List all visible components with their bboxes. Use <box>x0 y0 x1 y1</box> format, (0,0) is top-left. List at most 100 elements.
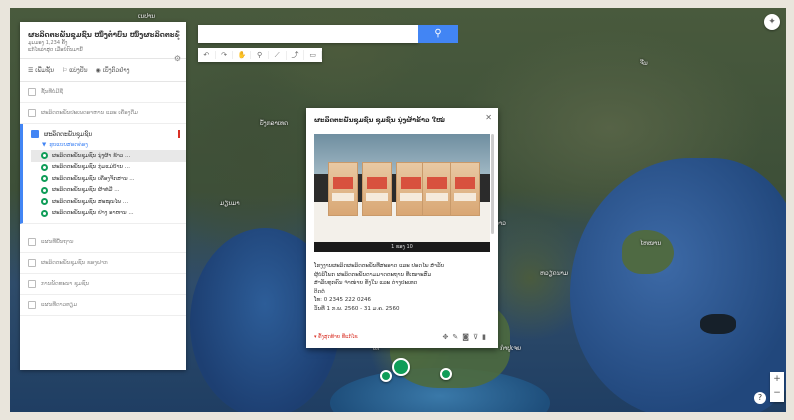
hand-icon[interactable]: ✋ <box>233 51 252 59</box>
footer-link[interactable]: ▾ ຄັ້ງສຸດທ້າຍ ທີ່ແກ້ໄຂ <box>314 334 358 340</box>
map-marker[interactable] <box>380 370 392 382</box>
layer-label: ຊັ້ນທີ່ບໍ່ມີຊື່ <box>41 89 64 95</box>
layer-label: ແຜນທີ່ດາວທຽມ <box>41 302 78 308</box>
layer-style-label: ຮູບແບບສອດຄ່ອງ <box>49 142 88 148</box>
layer-row[interactable]: ຜະລິດຕະພັນຊຸມຊົນ ຂອງຝາກ <box>20 253 186 274</box>
place-marker-icon <box>41 163 48 171</box>
layer-row[interactable]: ແຜນທີ່ພື້ນຖານ <box>20 232 186 253</box>
layer-checkbox[interactable] <box>28 109 36 117</box>
map-label-myanmar: ມຽນມາ <box>220 200 240 207</box>
undo-icon[interactable]: ↶ <box>198 51 216 59</box>
search-icon: ⚲ <box>434 28 442 39</box>
description-line: ຜູ້ບໍລິໂພກ ຜະລິດຕະພັນຕາມມາດຕະຖານ ທີ່ເໝາະ… <box>314 271 432 278</box>
description-line: ໂຮງງານຜະລິດຜະລິດຕະພັນທີ່ສະອາດ ແລະ ປອດໄພ … <box>314 263 445 269</box>
layer-checkbox[interactable] <box>28 280 36 288</box>
active-layer-name[interactable]: ຜະລິດຕະພັນຊຸມຊົນ <box>44 131 92 138</box>
layer-label: ຜະລິດຕະພັນຊຸມຊົນ ຂອງຝາກ <box>41 260 108 266</box>
list-item-label: ຜະລິດຕະພັນຊຸມຊົນ ເຄື່ອງຈັກສານ ... <box>52 175 135 182</box>
layer-row[interactable]: ແຜນທີ່ດາວທຽມ <box>20 295 186 316</box>
list-item[interactable]: ຜະລິດຕະພັນຊຸມຊົນ ນຸ່ງຜ້າ ຂ້າວ ... <box>31 150 186 162</box>
place-marker-icon <box>41 209 48 217</box>
add-layer-button[interactable]: ☰ ເພີ່ມຊັ້ນ <box>28 67 54 74</box>
layer-checkbox[interactable] <box>28 238 36 246</box>
preview-button[interactable]: ◉ ເບິ່ງຕົວຢ່າງ <box>96 67 130 74</box>
delete-icon[interactable]: ▮ <box>482 333 490 341</box>
map-label-vietnam: ຫວຽດນາມ <box>540 270 569 277</box>
help-button[interactable]: ? <box>754 392 766 404</box>
panel-toolbar: ☰ ເພີ່ມຊັ້ນ ⚐ ແບ່ງປັນ ◉ ເບິ່ງຕົວຢ່າງ <box>20 58 186 82</box>
place-marker-icon <box>41 186 48 194</box>
list-item-label: ຜະລິດຕະພັນຊຸມຊົນ ກຸ່ມແມ່ບ້ານ ... <box>52 164 131 171</box>
map-label-cambodia: ກຳປູເຈຍ <box>500 345 522 352</box>
info-window-description: ໂຮງງານຜະລິດຜະລິດຕະພັນທີ່ສະອາດ ແລະ ປອດໄພ … <box>314 262 490 313</box>
list-item-label: ຜະລິດຕະພັນຊຸມຊົນ ຢ່າງ ອາຫານ ... <box>52 210 134 217</box>
info-window-footer: ▾ ຄັ້ງສຸດທ້າຍ ທີ່ແກ້ໄຂ ✥✎◙⊽▮ <box>314 333 490 341</box>
zoom-control: + − <box>770 372 784 402</box>
layer-options-icon[interactable] <box>178 130 180 138</box>
zoom-in-button[interactable]: + <box>770 372 784 386</box>
description-line: ສຳລັບທຸກຄົນ ຈຳໜ່າຍ ທັງໃນ ແລະ ຕ່າງປະເທດ <box>314 280 418 286</box>
search-button[interactable]: ⚲ <box>418 25 458 43</box>
list-item[interactable]: ຜະລິດຕະພັນຊຸມຊົນ ຜ້າທໍມື ... <box>31 185 186 197</box>
map-tools: ↶ ↷ ✋ ⚲ ⟋ ⤴ ▭ <box>198 48 323 62</box>
marker-icon[interactable]: ⚲ <box>251 51 269 59</box>
footer-link-label: ຄັ້ງສຸດທ້າຍ ທີ່ແກ້ໄຂ <box>318 334 358 340</box>
map-views: ມຸມມອງ 1,234 ຄັ້ງ <box>28 40 68 46</box>
layer-label: ການພັດທະນາ ຊຸມຊົນ <box>41 281 90 287</box>
search-input[interactable] <box>198 25 418 43</box>
map-marker[interactable] <box>440 368 452 380</box>
share-button[interactable]: ⚐ ແບ່ງປັນ <box>62 67 88 74</box>
place-marker-icon <box>41 198 48 206</box>
info-window-actions: ✥✎◙⊽▮ <box>442 333 490 341</box>
map-legend-panel: ຜະລິດຕະພັນຊຸມຊົນ ໜຶ່ງຕຳບົນ ໜຶ່ງຜະລິດຕະພັ… <box>20 22 186 370</box>
layer-row[interactable]: ການພັດທະນາ ຊຸມຊົນ <box>20 274 186 295</box>
close-icon[interactable]: ✕ <box>485 113 492 122</box>
list-item[interactable]: ຜະລິດຕະພັນຊຸມຊົນ ກຸ່ມແມ່ບ້ານ ... <box>31 162 186 174</box>
camera-icon[interactable]: ◙ <box>462 333 473 341</box>
directions-icon[interactable]: ⤴ <box>287 50 305 60</box>
layer-label: ຜະລິດຕະພັນປະເພດອາຫານ ແລະ ເຄື່ອງດື່ມ <box>41 110 138 116</box>
ruler-icon[interactable]: ▭ <box>304 51 323 59</box>
compass-icon[interactable]: ✦ <box>764 14 780 30</box>
info-window-title: ຜະລິດຕະພັນຊຸມຊົນ ຊຸມຊົນ ນຸ່ງຜ້າຂ້າວ ໃໝ່ <box>314 116 445 124</box>
place-marker-icon <box>41 152 48 160</box>
preview-label: ເບິ່ງຕົວຢ່າງ <box>102 66 130 74</box>
layer-checkbox[interactable] <box>28 259 36 267</box>
layer-checkbox[interactable] <box>28 88 36 96</box>
layer-row[interactable]: ຊັ້ນທີ່ບໍ່ມີຊື່ <box>20 82 186 103</box>
filter-icon[interactable]: ⊽ <box>473 333 482 341</box>
map-label-china: ຈີນ <box>640 60 648 67</box>
layer-label: ແຜນທີ່ພື້ນຖານ <box>41 239 74 245</box>
style-icon[interactable]: ✥ <box>442 333 452 341</box>
list-item[interactable]: ຜະລິດຕະພັນຊຸມຊົນ ສະໝຸນໄພ ... <box>31 196 186 208</box>
layer-checkbox[interactable] <box>28 301 36 309</box>
zoom-out-button[interactable]: − <box>770 386 784 400</box>
selected-map-marker[interactable] <box>392 358 410 376</box>
description-line: ວັນທີ່ 1 ກ.ພ. 2560 - 31 ມ.ຄ. 2560 <box>314 305 400 312</box>
redo-icon[interactable]: ↷ <box>216 51 234 59</box>
active-layer: ຜະລິດຕະພັນຊຸມຊົນ ▼ ຮູບແບບສອດຄ່ອງ ຜະລິດຕະພ… <box>20 124 186 224</box>
hainan-island <box>622 230 674 274</box>
place-marker-icon <box>41 175 48 183</box>
list-item[interactable]: ຜະລິດຕະພັນຊຸມຊົນ ເຄື່ອງຈັກສານ ... <box>31 173 186 185</box>
map-label-bangladesh: ບັງກລາເທດ <box>260 120 288 127</box>
description-line: ຕິດຕໍ່ <box>314 288 325 295</box>
style-icon: ▼ <box>42 142 47 148</box>
layer-checkbox-checked[interactable] <box>31 130 39 138</box>
island-shadow <box>700 314 736 334</box>
panel-header: ຜະລິດຕະພັນຊຸມຊົນ ໜຶ່ງຕຳບົນ ໜຶ່ງຜະລິດຕະພັ… <box>20 22 186 63</box>
list-item-label: ຜະລິດຕະພັນຊຸມຊົນ ສະໝຸນໄພ ... <box>52 198 129 205</box>
layer-row[interactable]: ຜະລິດຕະພັນປະເພດອາຫານ ແລະ ເຄື່ອງດື່ມ <box>20 103 186 124</box>
add-layer-label: ເພີ່ມຊັ້ນ <box>35 66 54 74</box>
more-options-icon[interactable] <box>177 30 180 40</box>
map-label-nepal: ເນປານ <box>138 13 156 20</box>
info-window: ຜະລິດຕະພັນຊຸມຊົນ ຊຸມຊົນ ນຸ່ງຜ້າຂ້າວ ໃໝ່ … <box>306 108 498 348</box>
list-item[interactable]: ຜະລິດຕະພັນຊຸມຊົນ ຢ່າງ ອາຫານ ... <box>31 208 186 220</box>
share-icon[interactable]: ⚙ <box>174 54 181 63</box>
product-photo[interactable]: 1 ຂອງ 10 <box>314 134 490 252</box>
layer-style-link[interactable]: ▼ ຮູບແບບສອດຄ່ອງ <box>31 140 186 150</box>
edit-icon[interactable]: ✎ <box>452 333 462 341</box>
line-icon[interactable]: ⟋ <box>269 50 287 60</box>
scrollbar[interactable] <box>491 134 494 234</box>
map-title[interactable]: ຜະລິດຕະພັນຊຸມຊົນ ໜຶ່ງຕຳບົນ ໜຶ່ງຜະລິດຕະພັ… <box>28 30 178 40</box>
